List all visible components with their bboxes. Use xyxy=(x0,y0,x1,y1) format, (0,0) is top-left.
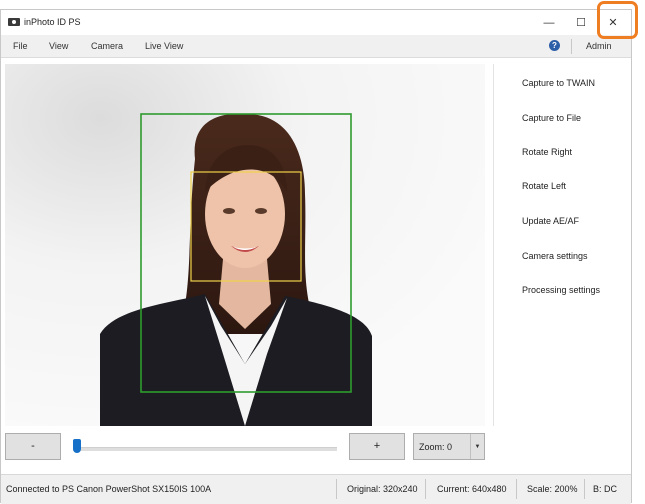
zoom-slider-thumb[interactable] xyxy=(73,439,81,453)
chevron-down-icon[interactable]: ▼ xyxy=(470,434,484,459)
status-separator xyxy=(336,479,337,499)
current-size: Current: 640x480 xyxy=(437,484,507,494)
actions-panel: Capture to TWAIN Capture to File Rotate … xyxy=(493,64,632,426)
update-ae-af[interactable]: Update AE/AF xyxy=(522,216,579,226)
app-window: inPhoto ID PS — ☐ ✕ File View Camera Liv… xyxy=(0,9,632,504)
minimize-button[interactable]: — xyxy=(533,10,565,35)
menu-live-view[interactable]: Live View xyxy=(145,41,183,51)
help-icon[interactable]: ? xyxy=(549,40,560,51)
menu-view[interactable]: View xyxy=(49,41,68,51)
maximize-button[interactable]: ☐ xyxy=(565,10,597,35)
b-value: B: DC xyxy=(593,484,618,494)
minimize-icon: — xyxy=(543,16,555,29)
portrait-preview xyxy=(5,64,485,426)
rotate-left[interactable]: Rotate Left xyxy=(522,181,566,191)
camera-settings[interactable]: Camera settings xyxy=(522,251,588,261)
zoom-controls: - + Zoom: 0 ▼ xyxy=(1,430,631,470)
capture-to-file[interactable]: Capture to File xyxy=(522,113,581,123)
capture-to-twain[interactable]: Capture to TWAIN xyxy=(522,78,595,88)
status-separator xyxy=(425,479,426,499)
status-separator xyxy=(584,479,585,499)
left-eye xyxy=(223,208,235,214)
maximize-icon: ☐ xyxy=(576,17,586,29)
title-bar: inPhoto ID PS — ☐ ✕ xyxy=(1,10,631,35)
window-title: inPhoto ID PS xyxy=(24,17,81,27)
rotate-right[interactable]: Rotate Right xyxy=(522,147,572,157)
zoom-slider-track[interactable] xyxy=(73,447,337,451)
menu-bar: File View Camera Live View ? Admin xyxy=(1,35,631,58)
menu-file[interactable]: File xyxy=(13,41,28,51)
menu-admin[interactable]: Admin xyxy=(586,41,612,51)
menu-camera[interactable]: Camera xyxy=(91,41,123,51)
status-separator xyxy=(516,479,517,499)
processing-settings[interactable]: Processing settings xyxy=(522,285,600,295)
status-bar: Connected to PS Canon PowerShot SX150IS … xyxy=(1,474,631,504)
zoom-dropdown[interactable]: Zoom: 0 ▼ xyxy=(413,433,485,460)
menu-separator xyxy=(571,39,572,54)
zoom-in-button[interactable]: + xyxy=(349,433,405,460)
camera-icon xyxy=(8,18,20,26)
right-eye xyxy=(255,208,267,214)
original-size: Original: 320x240 xyxy=(347,484,418,494)
close-button-highlight xyxy=(597,1,638,39)
zoom-out-button[interactable]: - xyxy=(5,433,61,460)
connection-status: Connected to PS Canon PowerShot SX150IS … xyxy=(6,484,212,494)
scale-value: Scale: 200% xyxy=(527,484,578,494)
live-view-image xyxy=(5,64,485,426)
zoom-value: Zoom: 0 xyxy=(419,442,453,452)
